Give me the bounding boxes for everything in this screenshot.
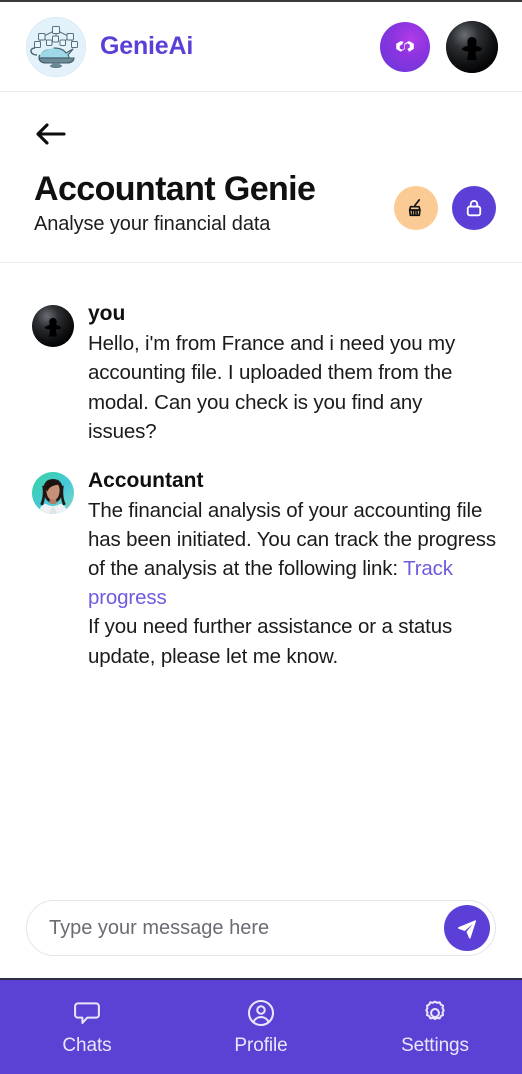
- nav-item-settings[interactable]: Settings: [348, 980, 522, 1074]
- title-actions: [394, 186, 496, 230]
- genie-lamp-icon: [26, 16, 86, 77]
- nav-label: Chats: [62, 1034, 112, 1056]
- message-body: Accountant The financial analysis of you…: [88, 468, 496, 671]
- message-input[interactable]: [49, 916, 444, 940]
- chat-message-agent: Accountant The financial analysis of you…: [32, 468, 496, 671]
- page-header: Accountant Genie Analyse your financial …: [0, 92, 522, 263]
- message-author: Accountant: [88, 468, 204, 492]
- page-subtitle: Analyse your financial data: [34, 213, 271, 236]
- brand-bar: GenieAi: [0, 2, 522, 91]
- back-button[interactable]: [34, 118, 72, 150]
- chat-message-user: you Hello, i'm from France and i need yo…: [32, 301, 496, 446]
- nav-label: Profile: [234, 1034, 288, 1056]
- message-author: you: [88, 302, 126, 326]
- broom-icon: [408, 199, 421, 217]
- message-body: you Hello, i'm from France and i need yo…: [88, 301, 496, 446]
- chat-message-list: you Hello, i'm from France and i need yo…: [0, 263, 522, 900]
- bottom-navigation: Chats Profile Settings: [0, 978, 522, 1074]
- message-composer: [0, 900, 522, 978]
- avatar: [32, 305, 74, 348]
- send-paper-plane-icon: [458, 920, 477, 939]
- composer-shell: [26, 900, 496, 956]
- lock-button[interactable]: [452, 186, 496, 230]
- user-circle-icon: [247, 999, 275, 1026]
- nav-item-profile[interactable]: Profile: [174, 980, 348, 1074]
- wallet-avatar[interactable]: [446, 20, 498, 73]
- message-text: Hello, i'm from France and i need you my…: [88, 332, 456, 443]
- app-root: GenieAi Accountant Genie Analyse your fi…: [0, 0, 522, 1074]
- title-row: Accountant Genie Analyse your financial …: [34, 170, 496, 236]
- back-arrow-icon: [36, 123, 66, 145]
- polygon-logo-icon[interactable]: [380, 21, 430, 72]
- page-title: Accountant Genie: [34, 170, 316, 208]
- polygon-glyph-icon: [396, 40, 414, 52]
- gear-icon: [425, 1000, 445, 1020]
- nav-item-chats[interactable]: Chats: [0, 980, 174, 1074]
- dark-hat-avatar-icon: [446, 20, 498, 73]
- accountant-portrait-avatar: [32, 471, 74, 514]
- avatar: [32, 471, 74, 514]
- header-actions: [380, 20, 498, 73]
- clear-chat-button[interactable]: [394, 186, 438, 230]
- send-button[interactable]: [444, 905, 490, 951]
- brand-name: GenieAi: [100, 32, 194, 60]
- nav-label: Settings: [401, 1034, 469, 1056]
- title-texts: Accountant Genie Analyse your financial …: [34, 170, 394, 236]
- chat-bubble-icon: [74, 1001, 100, 1024]
- back-row: [34, 114, 496, 154]
- brand-logo-group[interactable]: GenieAi: [26, 16, 194, 77]
- message-text: The financial analysis of your accountin…: [88, 496, 496, 671]
- message-text-part-2: If you need further assistance or a stat…: [88, 615, 453, 668]
- lock-icon: [466, 200, 482, 217]
- dark-hat-avatar-icon: [32, 305, 74, 348]
